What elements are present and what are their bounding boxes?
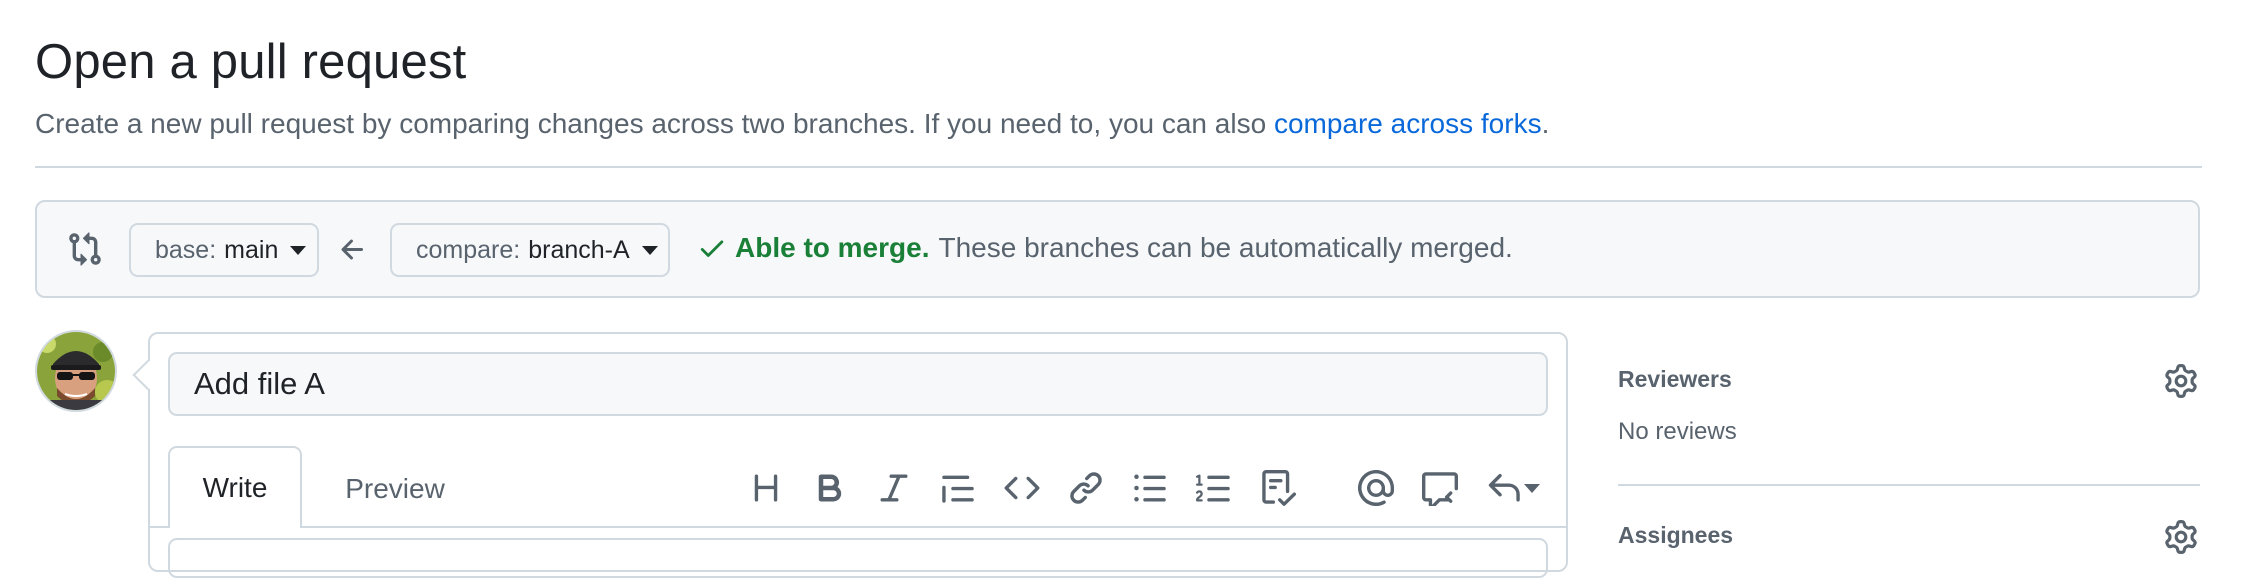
- merge-detail-text: These branches can be automatically merg…: [938, 232, 1513, 263]
- compare-branch-name: branch-A: [528, 235, 630, 264]
- arrow-left-icon: [341, 239, 363, 260]
- pull-request-editor: Write Preview: [148, 332, 1568, 578]
- code-icon[interactable]: [1004, 470, 1040, 506]
- sidebar-divider: [1618, 484, 2200, 486]
- subtitle-period: .: [1541, 108, 1550, 139]
- base-branch-selector[interactable]: base: main: [129, 223, 319, 277]
- branch-compare-bar: base: main compare: branch-A Able to mer…: [35, 200, 2200, 298]
- compare-branch-selector[interactable]: compare: branch-A: [390, 223, 670, 277]
- base-label: base:: [155, 235, 217, 264]
- base-branch-name: main: [224, 235, 279, 264]
- subtitle-text: Create a new pull request by comparing c…: [35, 108, 1274, 139]
- gear-icon[interactable]: [2164, 364, 2198, 398]
- gear-icon[interactable]: [2164, 520, 2198, 554]
- pr-body-textarea[interactable]: [168, 538, 1548, 578]
- caret-down-icon: [641, 245, 658, 255]
- header-divider: [35, 166, 2202, 168]
- git-compare-icon: [69, 232, 101, 266]
- task-list-icon[interactable]: [1260, 470, 1297, 506]
- reply-icon[interactable]: [1486, 470, 1542, 506]
- pr-title-input[interactable]: [168, 352, 1548, 416]
- reviewers-value: No reviews: [1618, 418, 1737, 445]
- avatar-image: [37, 332, 115, 410]
- bold-icon[interactable]: [812, 470, 848, 506]
- caret-down-icon: [1524, 484, 1540, 493]
- mention-icon[interactable]: [1357, 469, 1394, 507]
- italic-icon[interactable]: [876, 470, 912, 506]
- page-title: Open a pull request: [35, 35, 467, 89]
- link-icon[interactable]: [1068, 470, 1104, 506]
- reference-icon[interactable]: [1422, 470, 1458, 509]
- user-avatar[interactable]: [35, 330, 117, 412]
- reviewers-heading[interactable]: Reviewers: [1618, 366, 1732, 393]
- merge-ok-text: Able to merge.: [735, 232, 930, 263]
- compare-across-forks-link[interactable]: compare across forks: [1274, 108, 1542, 139]
- bulleted-list-icon[interactable]: [1132, 470, 1168, 506]
- quote-icon[interactable]: [940, 470, 976, 506]
- tab-write[interactable]: Write: [168, 446, 302, 528]
- check-icon: [700, 240, 724, 257]
- assignees-heading[interactable]: Assignees: [1618, 522, 1733, 549]
- numbered-list-icon[interactable]: [1196, 470, 1232, 506]
- tab-preview[interactable]: Preview: [320, 448, 470, 530]
- page-subtitle: Create a new pull request by comparing c…: [35, 108, 1549, 140]
- heading-icon[interactable]: [748, 470, 784, 506]
- merge-status: Able to merge. These branches can be aut…: [697, 232, 1513, 264]
- compare-label: compare:: [416, 235, 521, 264]
- caret-down-icon: [290, 245, 307, 255]
